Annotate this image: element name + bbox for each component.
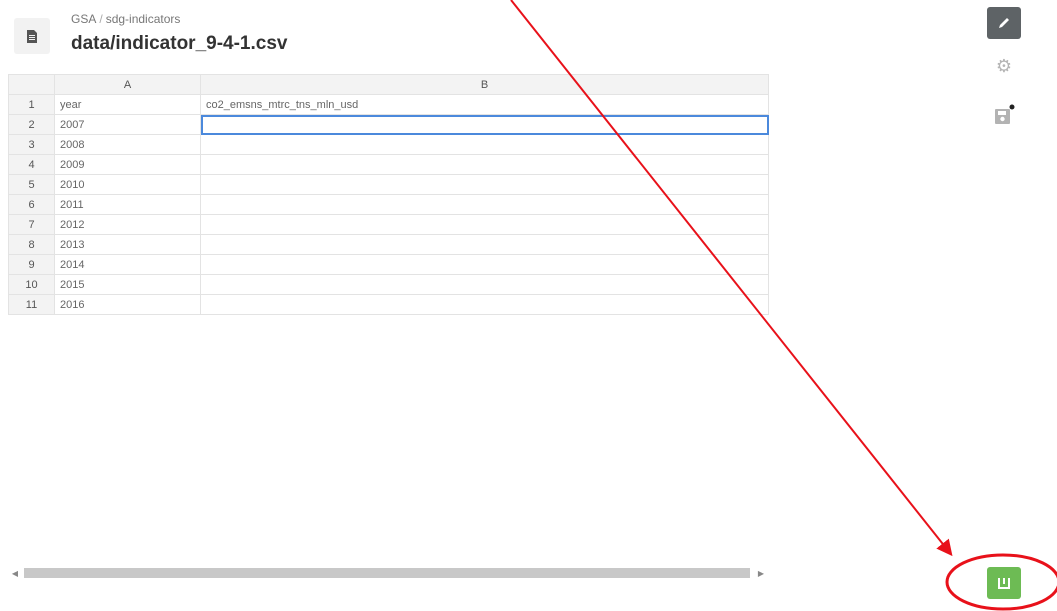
row-header[interactable]: 7 — [8, 214, 55, 235]
scrollbar-thumb[interactable] — [24, 568, 750, 578]
cell-b2-selected[interactable] — [200, 114, 769, 135]
cell-a7[interactable]: 2012 — [54, 214, 201, 235]
edit-button[interactable] — [987, 7, 1021, 39]
column-header-a[interactable]: A — [54, 74, 201, 95]
cell-a11[interactable]: 2016 — [54, 294, 201, 315]
horizontal-scrollbar[interactable]: ◀ ▶ — [8, 566, 768, 580]
gear-icon: ⚙ — [995, 55, 1013, 76]
column-header-b[interactable]: B — [200, 74, 769, 95]
table-row: 5 2010 — [8, 174, 769, 195]
scroll-right-arrow-icon[interactable]: ▶ — [754, 566, 768, 580]
table-row: 3 2008 — [8, 134, 769, 155]
table-row: 10 2015 — [8, 274, 769, 295]
row-header[interactable]: 8 — [8, 234, 55, 255]
table-row: 2 2007 — [8, 114, 769, 135]
cell-b4[interactable] — [200, 154, 769, 175]
cell-a3[interactable]: 2008 — [54, 134, 201, 155]
cell-a8[interactable]: 2013 — [54, 234, 201, 255]
pencil-icon — [999, 18, 1009, 28]
table-row: 11 2016 — [8, 294, 769, 315]
cell-b9[interactable] — [200, 254, 769, 275]
publish-button[interactable] — [987, 567, 1021, 599]
table-row: 4 2009 — [8, 154, 769, 175]
scroll-left-arrow-icon[interactable]: ◀ — [8, 566, 22, 580]
cell-b10[interactable] — [200, 274, 769, 295]
file-icon — [14, 18, 50, 54]
cell-a1[interactable]: year — [54, 94, 201, 115]
breadcrumb-repo[interactable]: sdg-indicators — [106, 12, 181, 26]
cell-b8[interactable] — [200, 234, 769, 255]
row-header[interactable]: 10 — [8, 274, 55, 295]
row-header[interactable]: 2 — [8, 114, 55, 135]
cell-b1[interactable]: co2_emsns_mtrc_tns_mln_usd — [200, 94, 769, 115]
cell-a9[interactable]: 2014 — [54, 254, 201, 275]
table-row: 6 2011 — [8, 194, 769, 215]
cell-b11[interactable] — [200, 294, 769, 315]
row-header[interactable]: 5 — [8, 174, 55, 195]
cell-a10[interactable]: 2015 — [54, 274, 201, 295]
cell-b3[interactable] — [200, 134, 769, 155]
row-header[interactable]: 11 — [8, 294, 55, 315]
cell-a4[interactable]: 2009 — [54, 154, 201, 175]
cell-a5[interactable]: 2010 — [54, 174, 201, 195]
settings-button[interactable]: ⚙ — [993, 55, 1015, 77]
publish-icon — [998, 578, 1010, 589]
table-row: 9 2014 — [8, 254, 769, 275]
page-title: data/indicator_9-4-1.csv — [71, 33, 288, 54]
save-button[interactable] — [990, 100, 1020, 130]
row-header[interactable]: 6 — [8, 194, 55, 215]
cell-a6[interactable]: 2011 — [54, 194, 201, 215]
row-header[interactable]: 4 — [8, 154, 55, 175]
table-row: 7 2012 — [8, 214, 769, 235]
breadcrumb-org[interactable]: GSA — [71, 12, 96, 26]
save-icon — [995, 104, 1015, 124]
breadcrumb-separator: / — [99, 12, 103, 26]
row-header[interactable]: 1 — [8, 94, 55, 115]
cell-b6[interactable] — [200, 194, 769, 215]
cell-b5[interactable] — [200, 174, 769, 195]
table-row: 8 2013 — [8, 234, 769, 255]
cell-a2[interactable]: 2007 — [54, 114, 201, 135]
breadcrumb: GSA / sdg-indicators — [71, 12, 180, 26]
table-row: 1 year co2_emsns_mtrc_tns_mln_usd — [8, 94, 769, 115]
spreadsheet-grid: A B 1 year co2_emsns_mtrc_tns_mln_usd 2 … — [8, 74, 769, 315]
row-header[interactable]: 3 — [8, 134, 55, 155]
cell-b7[interactable] — [200, 214, 769, 235]
row-header[interactable]: 9 — [8, 254, 55, 275]
corner-header[interactable] — [8, 74, 55, 95]
